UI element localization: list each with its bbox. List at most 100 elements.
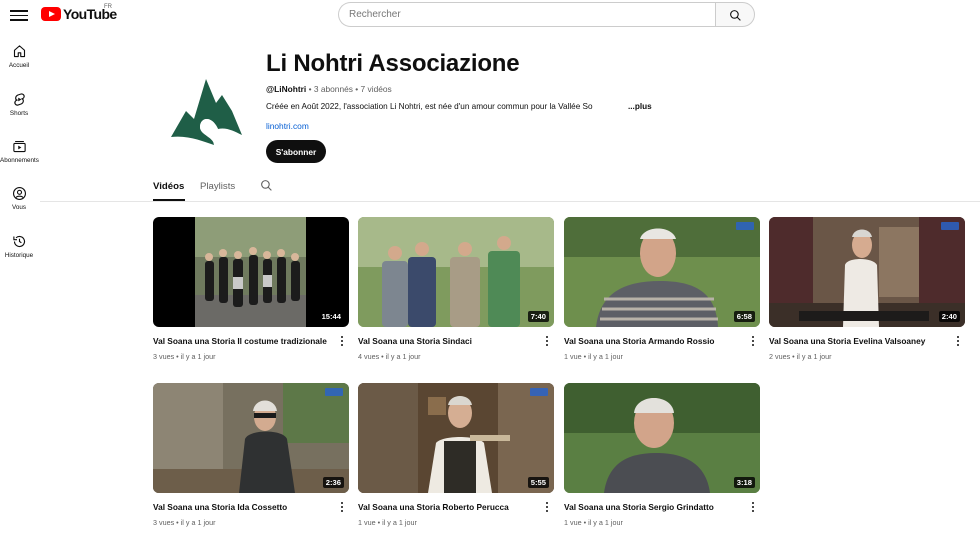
search-input[interactable] <box>338 2 715 27</box>
youtube-play-icon <box>41 7 61 21</box>
top-bar: YouTube FR <box>0 0 980 32</box>
history-icon <box>12 235 25 248</box>
video-title[interactable]: Val Soana una Storia Sindaci <box>358 336 538 346</box>
video-meta: 1 vue • il y a 1 jour <box>358 518 417 527</box>
thumbnail-image <box>769 217 965 327</box>
channel-handle: @LiNohtri <box>266 84 307 94</box>
channel-logo <box>171 79 242 145</box>
video-meta: 3 vues • il y a 1 jour <box>153 518 216 527</box>
video-title[interactable]: Val Soana una Storia Armando Rossio <box>564 336 744 346</box>
video-card: 3:18 Val Soana una Storia Sergio Grindat… <box>564 383 760 527</box>
video-views: 3 vues <box>153 352 175 361</box>
channel-avatar[interactable] <box>156 55 254 153</box>
thumbnail-image <box>564 217 760 327</box>
video-thumbnail[interactable]: 5:55 <box>358 383 554 493</box>
video-thumbnail[interactable]: 2:40 <box>769 217 965 327</box>
video-title[interactable]: Val Soana una Storia Evelina Valsoaney <box>769 336 949 346</box>
subscriptions-icon <box>12 141 26 153</box>
thumbnail-image <box>153 383 349 493</box>
video-thumbnail[interactable]: 3:18 <box>564 383 760 493</box>
video-duration: 6:58 <box>733 311 755 322</box>
tab-videos[interactable]: Vidéos <box>153 181 184 192</box>
search-bar <box>338 2 755 27</box>
video-card: 15:44 Val Soana una Storia Il costume tr… <box>153 217 349 361</box>
video-duration: 2:36 <box>322 477 344 488</box>
video-title[interactable]: Val Soana una Storia Il costume tradizio… <box>153 336 333 346</box>
sidebar-item-subscriptions[interactable]: Abonnements <box>0 139 39 164</box>
video-meta: 1 vue • il y a 1 jour <box>564 352 623 361</box>
search-icon <box>730 10 741 21</box>
sidebar-item-label: Shorts <box>9 110 29 117</box>
channel-watermark <box>325 388 343 396</box>
sidebar-item-label: Historique <box>4 252 34 259</box>
video-views: 1 vue <box>564 518 582 527</box>
video-title[interactable]: Val Soana una Storia Roberto Perucca <box>358 502 538 512</box>
video-title[interactable]: Val Soana una Storia Sergio Grindatto <box>564 502 744 512</box>
sidebar-item-shorts[interactable]: Shorts <box>0 92 38 117</box>
thumbnail-image <box>358 217 554 327</box>
video-card: 6:58 Val Soana una Storia Armando Rossio… <box>564 217 760 361</box>
more-options-icon[interactable] <box>955 336 961 348</box>
video-age: il y a 1 jour <box>180 518 216 527</box>
channel-watermark <box>530 388 548 396</box>
channel-watermark <box>736 222 754 230</box>
video-thumbnail[interactable]: 2:36 <box>153 383 349 493</box>
sidebar-item-label: Abonnements <box>0 157 39 164</box>
video-age: il y a 1 jour <box>588 518 623 527</box>
video-views: 1 vue <box>564 352 582 361</box>
video-age: il y a 1 jour <box>382 518 417 527</box>
more-options-icon[interactable] <box>544 502 550 514</box>
video-card: 7:40 Val Soana una Storia Sindaci 4 vues… <box>358 217 554 361</box>
shorts-icon <box>13 93 25 106</box>
video-age: il y a 1 jour <box>796 352 832 361</box>
more-options-icon[interactable] <box>339 336 345 348</box>
channel-search-icon[interactable] <box>260 179 273 192</box>
channel-stats: • 3 abonnés • 7 vidéos <box>306 84 392 94</box>
sidebar-item-home[interactable]: Accueil <box>0 44 38 69</box>
country-code: FR <box>104 4 112 10</box>
you-icon <box>12 187 26 200</box>
video-meta: 2 vues • il y a 1 jour <box>769 352 832 361</box>
video-duration: 5:55 <box>527 477 549 488</box>
channel-description[interactable]: Créée en Août 2022, l'association Li Noh… <box>266 102 652 111</box>
channel-watermark <box>941 222 959 230</box>
video-duration: 2:40 <box>938 311 960 322</box>
channel-name: Li Nohtri Associazione <box>266 50 520 77</box>
description-more-link[interactable]: ...plus <box>626 102 652 111</box>
sidebar-item-history[interactable]: Historique <box>0 234 38 259</box>
more-options-icon[interactable] <box>750 502 756 514</box>
video-views: 3 vues <box>153 518 175 527</box>
tab-playlists[interactable]: Playlists <box>200 181 235 192</box>
sidebar-item-label: Vous <box>11 204 26 211</box>
video-age: il y a 1 jour <box>588 352 623 361</box>
video-card: 2:40 Val Soana una Storia Evelina Valsoa… <box>769 217 965 361</box>
video-meta: 4 vues • il y a 1 jour <box>358 352 421 361</box>
video-meta: 3 vues • il y a 1 jour <box>153 352 216 361</box>
search-button[interactable] <box>715 2 755 27</box>
video-age: il y a 1 jour <box>180 352 216 361</box>
more-options-icon[interactable] <box>339 502 345 514</box>
video-thumbnail[interactable]: 6:58 <box>564 217 760 327</box>
subscribe-button[interactable]: S'abonner <box>266 140 326 163</box>
tabs-divider <box>40 201 980 202</box>
video-views: 2 vues <box>769 352 791 361</box>
sidebar-item-label: Accueil <box>8 62 30 69</box>
hamburger-menu-icon[interactable] <box>10 7 28 23</box>
video-duration: 15:44 <box>318 311 344 322</box>
sidebar-item-you[interactable]: Vous <box>0 186 38 211</box>
video-age: il y a 1 jour <box>385 352 421 361</box>
video-thumbnail[interactable]: 7:40 <box>358 217 554 327</box>
channel-website-link[interactable]: linohtri.com <box>266 121 309 131</box>
more-options-icon[interactable] <box>750 336 756 348</box>
more-options-icon[interactable] <box>544 336 550 348</box>
video-duration: 7:40 <box>527 311 549 322</box>
home-icon <box>13 45 25 58</box>
video-meta: 1 vue • il y a 1 jour <box>564 518 623 527</box>
video-thumbnail[interactable]: 15:44 <box>153 217 349 327</box>
thumbnail-image <box>564 383 760 493</box>
video-title[interactable]: Val Soana una Storia Ida Cossetto <box>153 502 333 512</box>
video-card: 2:36 Val Soana una Storia Ida Cossetto 3… <box>153 383 349 527</box>
video-duration: 3:18 <box>733 477 755 488</box>
channel-meta: @LiNohtri • 3 abonnés • 7 vidéos <box>266 84 392 94</box>
video-views: 1 vue <box>358 518 376 527</box>
